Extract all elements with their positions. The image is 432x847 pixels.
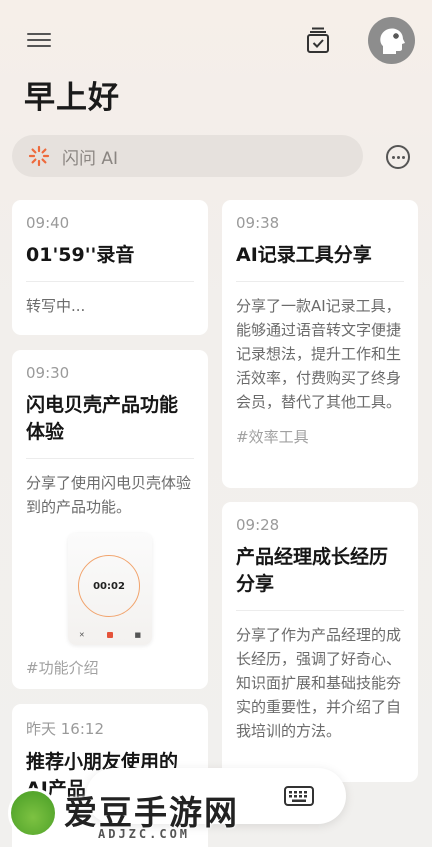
divider — [236, 610, 404, 611]
note-summary: 分享了作为产品经理的成长经历，强调了好奇心、知识面扩展和基础技能夯实的重要性，并… — [236, 626, 402, 740]
note-time: 昨天 16:12 — [26, 720, 104, 738]
greeting-title: 早上好 — [24, 80, 120, 116]
record-stop-icon — [106, 632, 113, 638]
note-time: 09:30 — [26, 364, 70, 382]
spinner-icon — [28, 145, 50, 167]
note-time: 09:40 — [26, 214, 70, 232]
watermark-domain: ADJZC.COM — [98, 827, 191, 841]
note-tag[interactable]: #效率工具 — [236, 426, 404, 447]
ai-search-bar[interactable]: 闪问 AI — [12, 135, 363, 177]
note-title: 闪电贝壳产品功能体验 — [26, 394, 179, 443]
note-title: 01'59''录音 — [26, 244, 135, 266]
note-status: 转写中... — [26, 297, 86, 315]
watermark: 爱豆手游网 ADJZC.COM — [8, 786, 248, 846]
pause-icon: ■ — [134, 631, 142, 639]
note-time: 09:38 — [236, 214, 280, 232]
avatar[interactable] — [368, 17, 415, 64]
note-summary: 分享了一款AI记录工具，能够通过语音转文字便捷记录想法，提升工作和生活效率，付费… — [236, 297, 402, 411]
task-check-icon[interactable] — [304, 26, 332, 54]
note-tag[interactable]: #功能介绍 — [26, 657, 194, 678]
watermark-logo-icon — [8, 788, 58, 838]
note-title: AI记录工具分享 — [236, 244, 372, 266]
head-profile-icon — [379, 27, 405, 54]
note-card[interactable]: 09:40 01'59''录音 转写中... — [12, 200, 208, 335]
note-time: 09:28 — [236, 516, 280, 534]
menu-icon[interactable] — [27, 33, 51, 49]
note-card[interactable]: 09:38 AI记录工具分享 分享了一款AI记录工具，能够通过语音转文字便捷记录… — [222, 200, 418, 488]
note-title: 产品经理成长经历分享 — [236, 546, 389, 595]
product-screenshot-thumbnail: 00:02 ✕ ■ — [68, 533, 152, 645]
divider — [26, 281, 194, 282]
record-controls: ✕ ■ — [68, 631, 152, 639]
top-bar: 早上好 — [0, 0, 432, 116]
divider — [236, 281, 404, 282]
close-icon: ✕ — [78, 631, 85, 639]
search-placeholder: 闪问 AI — [62, 148, 119, 169]
timer-text: 00:02 — [93, 580, 125, 592]
more-options-icon[interactable] — [386, 145, 410, 169]
note-summary: 分享了使用闪电贝壳体验到的产品功能。 — [26, 474, 192, 516]
note-card[interactable]: 09:30 闪电贝壳产品功能体验 分享了使用闪电贝壳体验到的产品功能。 00:0… — [12, 350, 208, 689]
divider — [26, 458, 194, 459]
note-card[interactable]: 09:28 产品经理成长经历分享 分享了作为产品经理的成长经历，强调了好奇心、知… — [222, 502, 418, 782]
keyboard-icon[interactable] — [284, 786, 314, 806]
timer-ring: 00:02 — [78, 555, 140, 617]
